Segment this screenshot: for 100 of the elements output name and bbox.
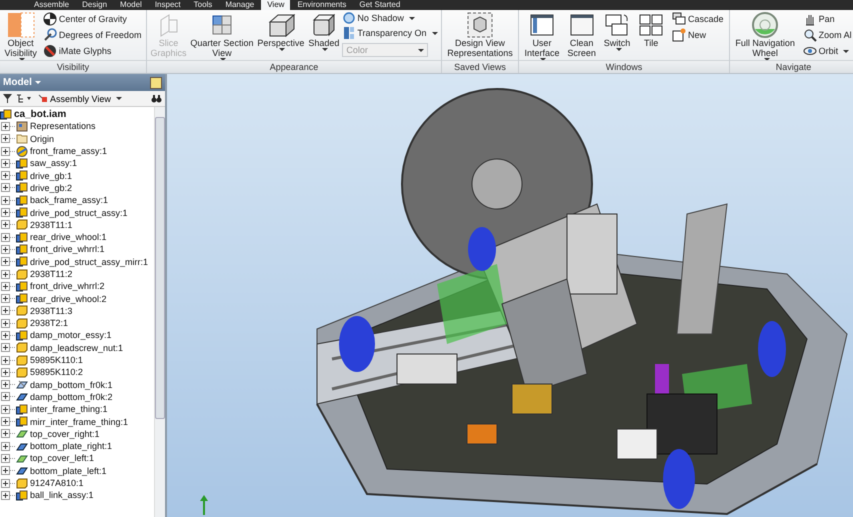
tree-item[interactable]: bottom_plate_right:1 [30, 441, 112, 452]
tree-item[interactable]: saw_assy:1 [30, 158, 78, 168]
expand-toggle[interactable] [1, 454, 10, 463]
expand-toggle[interactable] [1, 146, 10, 156]
expand-toggle[interactable] [1, 368, 10, 377]
ribbon-button[interactable]: Switch [602, 11, 632, 51]
tree-options-icon[interactable] [16, 94, 32, 103]
ribbon-button[interactable]: Orbit [802, 43, 853, 59]
tree-item[interactable]: back_frame_assy:1 [30, 195, 108, 206]
expand-toggle[interactable] [1, 134, 10, 144]
expand-toggle[interactable] [1, 429, 10, 438]
tree-item[interactable]: damp_leadscrew_nut:1 [30, 342, 124, 353]
tree-item[interactable]: top_cover_right:1 [30, 428, 100, 439]
tree-item[interactable]: ca_bot.iam [14, 108, 66, 120]
expand-toggle[interactable] [1, 343, 10, 352]
tree-item[interactable]: drive_pod_struct_assy_mirr:1 [30, 256, 148, 267]
expand-toggle[interactable] [1, 404, 10, 414]
expand-toggle[interactable] [1, 442, 10, 451]
ribbon-button[interactable]: Transparency On [342, 25, 439, 41]
expand-toggle[interactable] [1, 478, 10, 488]
expand-toggle[interactable] [1, 417, 10, 426]
expand-toggle[interactable] [1, 466, 10, 476]
tree-item[interactable]: drive_gb:1 [30, 170, 72, 181]
ribbon-tab[interactable]: Tools [188, 0, 218, 10]
expand-toggle[interactable] [1, 196, 10, 205]
tree-item[interactable]: 91247A810:1 [30, 478, 84, 488]
tree-item[interactable]: 2938T2:1 [30, 318, 68, 328]
scrollbar[interactable] [154, 107, 165, 517]
expand-toggle[interactable] [1, 380, 10, 390]
expand-toggle[interactable] [1, 270, 10, 278]
ribbon-button[interactable]: iMate Glyphs [42, 43, 142, 59]
tree-item[interactable]: 2938T11:1 [30, 220, 72, 230]
ribbon-tab[interactable]: View [261, 0, 290, 10]
ribbon-button[interactable]: Object Visibility [4, 11, 38, 61]
expand-toggle[interactable] [1, 282, 10, 291]
binoculars-icon[interactable] [151, 94, 162, 103]
expand-toggle[interactable] [1, 356, 10, 365]
robot-model-drawing[interactable] [316, 88, 848, 516]
expand-toggle[interactable] [1, 122, 10, 131]
expand-toggle[interactable] [1, 257, 10, 266]
orbit-icon [802, 44, 817, 58]
ribbon-button[interactable]: Clean Screen [566, 11, 597, 58]
help-icon[interactable] [150, 76, 162, 88]
ribbon-button[interactable]: Degrees of Freedom [42, 27, 142, 43]
expand-toggle[interactable] [1, 294, 10, 304]
tree-item[interactable]: 2938T11:3 [30, 306, 72, 316]
tree-item[interactable]: bottom_plate_left:1 [30, 466, 107, 476]
tree-item[interactable]: damp_bottom_fr0k:1 [30, 380, 113, 390]
ribbon-button[interactable]: New [671, 27, 725, 43]
tree-item[interactable]: mirr_inter_frame_thing:1 [30, 416, 128, 427]
tree-item[interactable]: front_drive_whrrl:2 [30, 281, 105, 292]
expand-toggle[interactable] [1, 208, 10, 218]
ribbon-button[interactable]: Tile [637, 11, 666, 48]
expand-toggle[interactable] [1, 490, 10, 500]
ribbon-button[interactable]: Pan [802, 11, 853, 27]
ribbon-button[interactable]: No Shadow [342, 11, 439, 25]
browser-title[interactable]: Model [3, 77, 32, 88]
assembly-view-dropdown[interactable]: Assembly View [36, 94, 147, 104]
tree-item[interactable]: damp_motor_essy:1 [30, 330, 112, 340]
ribbon-tab[interactable]: Manage [219, 0, 260, 10]
tree-item[interactable]: rear_drive_whool:1 [30, 232, 107, 242]
tree-item[interactable]: inter_frame_thing:1 [30, 404, 108, 414]
expand-toggle[interactable] [1, 244, 10, 254]
ribbon-tab[interactable]: Inspect [148, 0, 187, 10]
ribbon-tab[interactable]: Design [76, 0, 114, 10]
tree-item[interactable]: top_cover_left:1 [30, 453, 94, 464]
expand-toggle[interactable] [1, 183, 10, 192]
ribbon-button[interactable]: Perspective [256, 11, 306, 51]
tree-item[interactable]: rear_drive_whool:2 [30, 294, 107, 304]
tree-item[interactable]: drive_pod_struct_assy:1 [30, 208, 128, 218]
tree-item[interactable]: front_drive_whrrl:1 [30, 244, 105, 254]
filter-icon[interactable] [3, 94, 12, 103]
ribbon-tab[interactable]: Environments [291, 0, 352, 10]
expand-toggle[interactable] [1, 318, 10, 328]
expand-toggle[interactable] [1, 330, 10, 340]
ribbon-tab[interactable]: Model [114, 0, 148, 10]
tree-item[interactable]: damp_bottom_fr0k:2 [30, 392, 113, 402]
tree-item[interactable]: ball_link_assy:1 [30, 490, 94, 500]
ribbon-tab[interactable]: Assemble [28, 0, 76, 10]
ribbon-button[interactable]: Shaded [307, 11, 340, 51]
tree-item[interactable]: Origin [30, 134, 54, 144]
axis-triad-icon [197, 495, 211, 515]
tree-item[interactable]: front_frame_assy:1 [30, 146, 108, 156]
expand-toggle[interactable] [1, 392, 10, 402]
tree-item[interactable]: 2938T11:2 [30, 269, 72, 279]
expand-toggle[interactable] [1, 171, 10, 180]
expand-toggle[interactable] [1, 158, 10, 168]
expand-toggle[interactable] [1, 232, 10, 242]
tree-item[interactable]: drive_gb:2 [30, 182, 72, 193]
ribbon-button[interactable]: Center of Gravity [42, 11, 142, 27]
ribbon-button[interactable]: Zoom Al [802, 27, 853, 43]
tree-item[interactable]: 59895K110:2 [30, 367, 83, 378]
tree-item[interactable]: 59895K110:1 [30, 355, 83, 366]
expand-toggle[interactable] [1, 220, 10, 230]
ribbon-tab[interactable]: Get Started [353, 0, 406, 10]
clean-screen-icon [568, 12, 595, 38]
expand-toggle[interactable] [1, 306, 10, 316]
ribbon-button[interactable]: Cascade [671, 11, 725, 27]
ribbon-button[interactable]: Design View Representations [446, 11, 514, 58]
tree-item[interactable]: Representations [30, 121, 96, 132]
